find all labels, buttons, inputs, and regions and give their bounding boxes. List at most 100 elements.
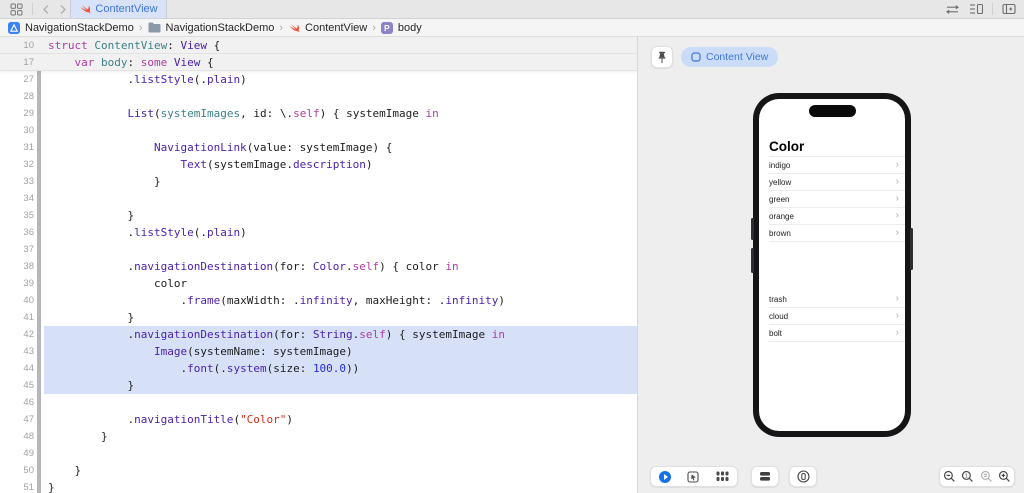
code-text[interactable]: } — [48, 479, 55, 493]
list-item[interactable]: cloud› — [769, 308, 905, 325]
zoom-actual-size-button[interactable]: 1 — [961, 470, 974, 483]
tab-contentview[interactable]: ContentView — [70, 0, 167, 18]
line-number[interactable]: 32 — [0, 156, 34, 173]
sticky-code-line[interactable]: 10 struct ContentView: View { — [0, 37, 637, 54]
code-line[interactable]: 49 — [0, 445, 637, 462]
breadcrumb-item-project[interactable]: NavigationStackDemo — [8, 22, 134, 34]
line-number[interactable]: 41 — [0, 309, 34, 326]
code-line[interactable]: 51} — [0, 479, 637, 493]
line-number[interactable]: 30 — [0, 122, 34, 139]
line-number[interactable]: 48 — [0, 428, 34, 445]
line-number[interactable]: 35 — [0, 207, 34, 224]
code-line[interactable]: 33 } — [0, 173, 637, 190]
code-text[interactable]: var body: some View { — [48, 54, 214, 71]
code-text[interactable]: .font(.system(size: 100.0)) — [48, 360, 359, 377]
code-line[interactable]: 37 — [0, 241, 637, 258]
line-number[interactable]: 45 — [0, 377, 34, 394]
swap-editor-button[interactable] — [945, 4, 960, 15]
code-text[interactable]: Text(systemImage.description) — [48, 156, 373, 173]
line-number[interactable]: 43 — [0, 343, 34, 360]
sticky-code-line[interactable]: 17 var body: some View { — [0, 54, 637, 71]
line-number[interactable]: 46 — [0, 394, 34, 411]
code-line[interactable]: 38 .navigationDestination(for: Color.sel… — [0, 258, 637, 275]
code-line[interactable]: 28 — [0, 88, 637, 105]
code-line[interactable]: 35 } — [0, 207, 637, 224]
line-number[interactable]: 40 — [0, 292, 34, 309]
line-number[interactable]: 10 — [0, 37, 34, 54]
code-line[interactable]: 44 .font(.system(size: 100.0)) — [0, 360, 637, 377]
code-line[interactable]: 48 } — [0, 428, 637, 445]
code-text[interactable]: List(systemImages, id: \.self) { systemI… — [48, 105, 439, 122]
line-number[interactable]: 28 — [0, 88, 34, 105]
zoom-to-fit-button[interactable] — [980, 470, 993, 483]
list-item[interactable]: bolt› — [769, 325, 905, 342]
code-editor[interactable]: 10struct ContentView: View {17 var body:… — [0, 37, 637, 493]
list-item[interactable]: yellow› — [769, 174, 905, 191]
line-number[interactable]: 17 — [0, 54, 34, 71]
code-text[interactable]: } — [48, 377, 134, 394]
code-line[interactable]: 27 .listStyle(.plain) — [0, 71, 637, 88]
line-number[interactable]: 47 — [0, 411, 34, 428]
line-number[interactable]: 50 — [0, 462, 34, 479]
line-number[interactable]: 34 — [0, 190, 34, 207]
code-line[interactable]: 30 — [0, 122, 637, 139]
code-line[interactable]: 46 — [0, 394, 637, 411]
device-bezel-button[interactable] — [789, 466, 817, 487]
code-text[interactable]: NavigationLink(value: systemImage) { — [48, 139, 392, 156]
list-item[interactable]: green› — [769, 191, 905, 208]
code-text[interactable]: Image(systemName: systemImage) — [48, 343, 353, 360]
line-number[interactable]: 38 — [0, 258, 34, 275]
live-preview-button[interactable] — [659, 471, 671, 483]
code-line[interactable]: 45 } — [0, 377, 637, 394]
line-number[interactable]: 29 — [0, 105, 34, 122]
editor-options-button[interactable] — [969, 3, 983, 15]
code-text[interactable]: } — [48, 428, 108, 445]
code-text[interactable]: } — [48, 309, 134, 326]
breadcrumb-item-group[interactable]: NavigationStackDemo — [148, 22, 275, 34]
list-item[interactable]: trash› — [769, 291, 905, 308]
back-button[interactable] — [42, 4, 50, 15]
code-line[interactable]: 50 } — [0, 462, 637, 479]
line-number[interactable]: 33 — [0, 173, 34, 190]
preview-target-chip[interactable]: Content View — [681, 47, 778, 67]
line-number[interactable]: 51 — [0, 479, 34, 493]
code-text[interactable]: .navigationTitle("Color") — [48, 411, 293, 428]
breadcrumb-item-symbol[interactable]: P body — [381, 22, 422, 34]
code-text[interactable]: .navigationDestination(for: Color.self) … — [48, 258, 459, 275]
code-text[interactable]: } — [48, 207, 134, 224]
forward-button[interactable] — [59, 4, 67, 15]
line-number[interactable]: 42 — [0, 326, 34, 343]
line-number[interactable]: 36 — [0, 224, 34, 241]
code-line[interactable]: 42 .navigationDestination(for: String.se… — [0, 326, 637, 343]
line-number[interactable]: 37 — [0, 241, 34, 258]
add-editor-button[interactable] — [1002, 3, 1016, 15]
code-line[interactable]: 47 .navigationTitle("Color") — [0, 411, 637, 428]
line-number[interactable]: 44 — [0, 360, 34, 377]
device-settings-button[interactable] — [751, 466, 779, 487]
zoom-out-button[interactable] — [943, 470, 956, 483]
code-line[interactable]: 43 Image(systemName: systemImage) — [0, 343, 637, 360]
zoom-in-button[interactable] — [998, 470, 1011, 483]
code-line[interactable]: 40 .frame(maxWidth: .infinity, maxHeight… — [0, 292, 637, 309]
code-text[interactable]: } — [48, 173, 161, 190]
code-line[interactable]: 36 .listStyle(.plain) — [0, 224, 637, 241]
phone-screen[interactable]: Color indigo›yellow›green›orange›brown› … — [759, 99, 905, 431]
code-text[interactable]: } — [48, 462, 81, 479]
code-text[interactable]: .frame(maxWidth: .infinity, maxHeight: .… — [48, 292, 505, 309]
code-text[interactable]: color — [48, 275, 187, 292]
line-number[interactable]: 31 — [0, 139, 34, 156]
list-item[interactable]: brown› — [769, 225, 905, 242]
code-line[interactable]: 32 Text(systemImage.description) — [0, 156, 637, 173]
code-line[interactable]: 29 List(systemImages, id: \.self) { syst… — [0, 105, 637, 122]
selectable-preview-button[interactable] — [687, 471, 699, 483]
list-item[interactable]: orange› — [769, 208, 905, 225]
code-text[interactable]: .listStyle(.plain) — [48, 71, 247, 88]
code-line[interactable]: 34 — [0, 190, 637, 207]
line-number[interactable]: 39 — [0, 275, 34, 292]
code-line[interactable]: 41 } — [0, 309, 637, 326]
code-text[interactable]: struct ContentView: View { — [48, 37, 220, 54]
pin-preview-button[interactable] — [651, 46, 673, 68]
code-line[interactable]: 31 NavigationLink(value: systemImage) { — [0, 139, 637, 156]
code-text[interactable]: .navigationDestination(for: String.self)… — [48, 326, 505, 343]
line-number[interactable]: 49 — [0, 445, 34, 462]
